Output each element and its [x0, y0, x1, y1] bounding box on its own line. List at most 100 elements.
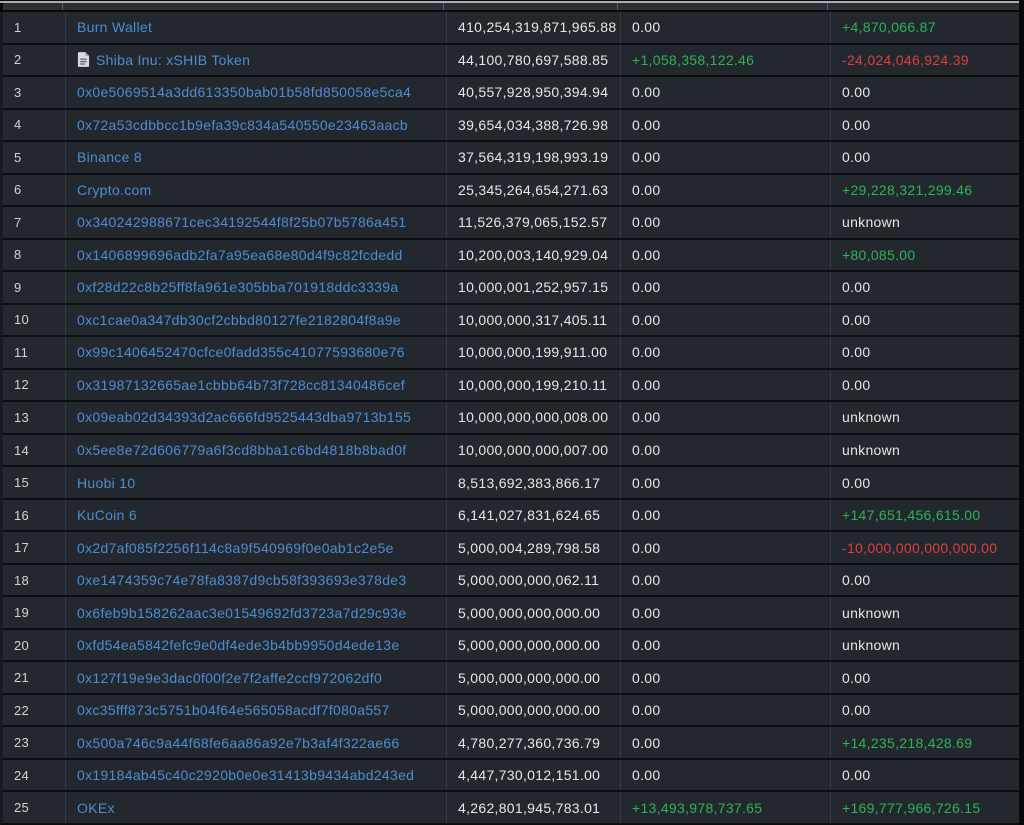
- value-cell-1: 0.00: [620, 370, 830, 401]
- address-link[interactable]: OKEx: [77, 800, 115, 816]
- value-cell-2: +14,235,218,428.69: [830, 727, 1024, 758]
- holder-cell: 0x5ee8e72d606779a6f3cd8bba1c6bd4818b8bad…: [65, 435, 446, 466]
- value-cell-1: 0.00: [620, 532, 830, 563]
- column-divider: [443, 3, 444, 10]
- value-cell-2: unknown: [830, 630, 1024, 661]
- holder-cell: 0xc1cae0a347db30cf2cbbd80127fe2182804f8a…: [65, 305, 446, 336]
- value-cell-1: 0.00: [620, 337, 830, 368]
- quantity-cell: 4,780,277,360,736.79: [446, 727, 620, 758]
- holder-cell: 0x127f19e9e3dac0f00f2e7f2affe2ccf972062d…: [65, 662, 446, 693]
- holder-cell: Shiba Inu: xSHIB Token: [65, 45, 446, 76]
- rank-cell: 24: [3, 760, 65, 791]
- address-link[interactable]: 0x500a746c9a44f68fe6aa86a92e7b3af4f322ae…: [77, 735, 399, 751]
- token-holders-table: 1 Burn Wallet 410,254,319,871,965.88 0.0…: [0, 0, 1024, 825]
- rank-cell: 23: [3, 727, 65, 758]
- table-body: 1 Burn Wallet 410,254,319,871,965.88 0.0…: [0, 12, 1024, 825]
- quantity-cell: 4,262,801,945,783.01: [446, 792, 620, 823]
- rank-cell: 9: [3, 272, 65, 303]
- quantity-cell: 10,200,003,140,929.04: [446, 240, 620, 271]
- address-link[interactable]: 0x31987132665ae1cbbb64b73f728cc81340486c…: [77, 377, 405, 393]
- address-link[interactable]: 0xe1474359c74e78fa8387d9cb58f393693e378d…: [77, 572, 406, 588]
- holder-cell: 0x2d7af085f2256f114c8a9f540969f0e0ab1c2e…: [65, 532, 446, 563]
- address-link[interactable]: KuCoin 6: [77, 507, 137, 523]
- address-link[interactable]: 0x340242988671cec34192544f8f25b07b5786a4…: [77, 214, 406, 230]
- table-row: 1 Burn Wallet 410,254,319,871,965.88 0.0…: [0, 12, 1024, 45]
- address-link[interactable]: 0x2d7af085f2256f114c8a9f540969f0e0ab1c2e…: [77, 540, 394, 556]
- address-link[interactable]: 0xf28d22c8b25ff8fa961e305bba701918ddc333…: [77, 279, 398, 295]
- address-link[interactable]: 0x72a53cdbbcc1b9efa39c834a540550e23463aa…: [77, 117, 408, 133]
- quantity-cell: 8,513,692,383,866.17: [446, 467, 620, 498]
- quantity-cell: 10,000,000,317,405.11: [446, 305, 620, 336]
- quantity-cell: 25,345,264,654,271.63: [446, 175, 620, 206]
- holder-cell: 0x0e5069514a3dd613350bab01b58fd850058e5c…: [65, 77, 446, 108]
- value-cell-2: 0.00: [830, 662, 1024, 693]
- value-cell-2: unknown: [830, 402, 1024, 433]
- value-cell-2: +169,777,966,726.15: [830, 792, 1024, 823]
- value-cell-2: -10,000,000,000,000.00: [830, 532, 1024, 563]
- rank-cell: 7: [3, 207, 65, 238]
- holder-cell: 0xfd54ea5842fefc9e0df4ede3b4bb9950d4ede1…: [65, 630, 446, 661]
- rank-cell: 22: [3, 695, 65, 726]
- address-link[interactable]: 0x1406899696adb2fa7a95ea68e80d4f9c82fcde…: [77, 247, 403, 263]
- value-cell-1: 0.00: [620, 305, 830, 336]
- holder-cell: 0x09eab02d34393d2ac666fd9525443dba9713b1…: [65, 402, 446, 433]
- value-cell-2: 0.00: [830, 760, 1024, 791]
- quantity-cell: 6,141,027,831,624.65: [446, 500, 620, 531]
- address-link[interactable]: Binance 8: [77, 149, 142, 165]
- holder-cell: Crypto.com: [65, 175, 446, 206]
- quantity-cell: 5,000,000,000,000.00: [446, 695, 620, 726]
- table-row: 13 0x09eab02d34393d2ac666fd9525443dba971…: [0, 402, 1024, 435]
- quantity-cell: 10,000,000,199,911.00: [446, 337, 620, 368]
- value-cell-2: 0.00: [830, 370, 1024, 401]
- address-link[interactable]: 0x19184ab45c40c2920b0e0e31413b9434abd243…: [77, 767, 414, 783]
- table-row: 7 0x340242988671cec34192544f8f25b07b5786…: [0, 207, 1024, 240]
- address-link[interactable]: 0x0e5069514a3dd613350bab01b58fd850058e5c…: [77, 84, 411, 100]
- address-link[interactable]: 0x5ee8e72d606779a6f3cd8bba1c6bd4818b8bad…: [77, 442, 406, 458]
- value-cell-1: 0.00: [620, 77, 830, 108]
- holder-cell: Huobi 10: [65, 467, 446, 498]
- value-cell-1: 0.00: [620, 207, 830, 238]
- address-link[interactable]: 0x09eab02d34393d2ac666fd9525443dba9713b1…: [77, 409, 411, 425]
- address-link[interactable]: Crypto.com: [77, 182, 152, 198]
- column-divider: [617, 3, 618, 10]
- table-row: 23 0x500a746c9a44f68fe6aa86a92e7b3af4f32…: [0, 727, 1024, 760]
- value-cell-1: 0.00: [620, 142, 830, 173]
- quantity-cell: 5,000,000,000,062.11: [446, 565, 620, 596]
- rank-cell: 6: [3, 175, 65, 206]
- holder-cell: 0x19184ab45c40c2920b0e0e31413b9434abd243…: [65, 760, 446, 791]
- rank-cell: 11: [3, 337, 65, 368]
- table-row: 12 0x31987132665ae1cbbb64b73f728cc813404…: [0, 370, 1024, 403]
- document-icon: [77, 52, 90, 67]
- holder-cell: 0x1406899696adb2fa7a95ea68e80d4f9c82fcde…: [65, 240, 446, 271]
- table-row: 22 0xc35fff873c5751b04f64e565058acdf7f08…: [0, 695, 1024, 728]
- address-link[interactable]: 0x99c1406452470cfce0fadd355c41077593680e…: [77, 344, 405, 360]
- value-cell-1: 0.00: [620, 630, 830, 661]
- quantity-cell: 39,654,034,388,726.98: [446, 110, 620, 141]
- table-row: 24 0x19184ab45c40c2920b0e0e31413b9434abd…: [0, 760, 1024, 793]
- value-cell-2: +4,870,066.87: [830, 12, 1024, 43]
- holder-cell: Binance 8: [65, 142, 446, 173]
- rank-cell: 8: [3, 240, 65, 271]
- value-cell-2: 0.00: [830, 565, 1024, 596]
- holder-cell: 0x31987132665ae1cbbb64b73f728cc81340486c…: [65, 370, 446, 401]
- table-row: 14 0x5ee8e72d606779a6f3cd8bba1c6bd4818b8…: [0, 435, 1024, 468]
- value-cell-1: +13,493,978,737.65: [620, 792, 830, 823]
- table-row: 18 0xe1474359c74e78fa8387d9cb58f393693e3…: [0, 565, 1024, 598]
- address-link[interactable]: Shiba Inu: xSHIB Token: [96, 52, 250, 68]
- value-cell-1: +1,058,358,122.46: [620, 45, 830, 76]
- rank-cell: 1: [3, 12, 65, 43]
- address-link[interactable]: 0xfd54ea5842fefc9e0df4ede3b4bb9950d4ede1…: [77, 637, 399, 653]
- quantity-cell: 5,000,000,000,000.00: [446, 662, 620, 693]
- quantity-cell: 10,000,000,000,007.00: [446, 435, 620, 466]
- rank-cell: 25: [3, 792, 65, 823]
- holder-cell: OKEx: [65, 792, 446, 823]
- address-link[interactable]: 0x6feb9b158262aac3e01549692fd3723a7d29c9…: [77, 605, 406, 621]
- address-link[interactable]: 0xc35fff873c5751b04f64e565058acdf7f080a5…: [77, 702, 390, 718]
- address-link[interactable]: 0x127f19e9e3dac0f00f2e7f2affe2ccf972062d…: [77, 670, 382, 686]
- address-link[interactable]: 0xc1cae0a347db30cf2cbbd80127fe2182804f8a…: [77, 312, 401, 328]
- value-cell-1: 0.00: [620, 597, 830, 628]
- address-link[interactable]: Huobi 10: [77, 475, 135, 491]
- address-link[interactable]: Burn Wallet: [77, 19, 152, 35]
- value-cell-2: unknown: [830, 435, 1024, 466]
- rank-cell: 13: [3, 402, 65, 433]
